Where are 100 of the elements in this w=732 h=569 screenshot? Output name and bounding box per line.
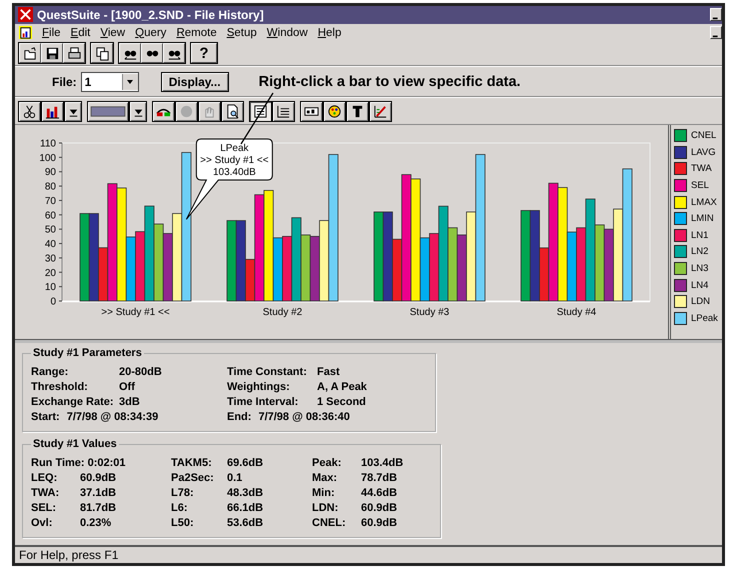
field-label: TAKM5: bbox=[171, 456, 213, 469]
menu-item[interactable]: File bbox=[37, 26, 66, 39]
bar[interactable] bbox=[466, 212, 476, 302]
bar[interactable] bbox=[594, 224, 605, 302]
y-tick-label: 0 bbox=[50, 296, 56, 308]
field-label: Time Constant: bbox=[227, 366, 308, 378]
toolbar-button[interactable] bbox=[129, 100, 147, 122]
field-value: 69.6dB bbox=[227, 456, 264, 469]
save-icon bbox=[44, 46, 60, 61]
bar[interactable] bbox=[420, 238, 430, 302]
y-tick-label: 20 bbox=[44, 268, 56, 279]
toolbar-button[interactable] bbox=[41, 100, 64, 122]
color-swatch-icon bbox=[90, 104, 126, 119]
bar[interactable] bbox=[254, 194, 264, 302]
toolbar-button[interactable] bbox=[152, 100, 175, 122]
toolbar-button[interactable] bbox=[369, 100, 392, 122]
menu-item[interactable]: Help bbox=[312, 26, 346, 39]
window-title: QuestSuite - [1900_2.SND - File History] bbox=[37, 8, 265, 22]
menu-item[interactable]: Window bbox=[262, 26, 313, 39]
legend-label: CNEL bbox=[691, 130, 716, 142]
field-label: Threshold: bbox=[31, 380, 89, 393]
field-label: L6: bbox=[171, 502, 188, 514]
display-button[interactable]: Display... bbox=[160, 72, 229, 92]
chart-ruler-icon bbox=[373, 104, 388, 119]
field-label: SEL: bbox=[31, 502, 58, 514]
field-label: Pa2Sec: bbox=[171, 472, 215, 484]
field-value: 60.9dB bbox=[361, 502, 398, 514]
field-label: L78: bbox=[171, 486, 195, 499]
field-value: Fast bbox=[317, 366, 340, 378]
group-title: Study #1 Parameters bbox=[32, 347, 143, 360]
toolbar-button[interactable] bbox=[198, 100, 221, 122]
toolbar-button[interactable] bbox=[249, 100, 272, 122]
bar[interactable] bbox=[548, 183, 558, 302]
bar[interactable] bbox=[328, 154, 338, 302]
help-button[interactable]: ? bbox=[191, 43, 217, 64]
y-tick-label: 40 bbox=[44, 239, 56, 250]
menu-item[interactable]: Edit bbox=[66, 26, 96, 39]
bar[interactable] bbox=[475, 154, 486, 302]
bar[interactable] bbox=[319, 220, 330, 302]
menu-item[interactable]: Query bbox=[130, 26, 172, 39]
bar[interactable] bbox=[181, 152, 192, 302]
field-label: Peak: bbox=[312, 456, 342, 469]
bar[interactable] bbox=[272, 238, 283, 302]
bar[interactable] bbox=[613, 208, 624, 302]
legend-label: SEL bbox=[691, 180, 709, 191]
field-value: 78.7dB bbox=[361, 472, 398, 484]
bar[interactable] bbox=[172, 213, 182, 302]
minimize-button[interactable] bbox=[710, 8, 722, 22]
legend-label: LMAX bbox=[691, 196, 717, 208]
toolbar-button[interactable] bbox=[323, 100, 346, 122]
scissors-icon bbox=[22, 104, 37, 119]
field-label: Range: bbox=[31, 366, 70, 378]
bar[interactable] bbox=[410, 178, 421, 302]
toolbar-button[interactable] bbox=[87, 100, 129, 122]
bar[interactable] bbox=[107, 183, 118, 302]
legend-label: LMIN bbox=[691, 213, 714, 224]
toolbar-button[interactable] bbox=[300, 100, 323, 122]
legend-label: LN1 bbox=[691, 230, 708, 241]
menu-item[interactable]: Remote bbox=[171, 26, 222, 39]
bar[interactable] bbox=[264, 190, 274, 302]
toolbar-button[interactable] bbox=[64, 100, 82, 122]
toolbar-button[interactable] bbox=[18, 100, 41, 122]
field-value: 0:02:01 bbox=[88, 456, 126, 469]
page-magnifier-icon bbox=[225, 104, 240, 119]
field-label: Min: bbox=[312, 486, 336, 499]
bar[interactable] bbox=[622, 168, 632, 302]
annotation-text: Right-click a bar to view specific data. bbox=[258, 74, 521, 90]
legend-label: LPeak bbox=[691, 312, 718, 324]
y-tick-label: 30 bbox=[44, 254, 56, 265]
tooltip-category: >> Study #1 << bbox=[200, 155, 269, 166]
file-dropdown[interactable]: 1 bbox=[80, 72, 139, 92]
field-label: Exchange Rate: bbox=[31, 396, 115, 408]
field-value: 103.4dB bbox=[361, 456, 404, 469]
leader-line bbox=[240, 92, 274, 144]
toolbar-button[interactable] bbox=[175, 100, 198, 122]
axis-lines-icon bbox=[276, 104, 291, 119]
bar[interactable] bbox=[566, 232, 577, 302]
toolbar-button[interactable] bbox=[272, 100, 295, 122]
bar[interactable] bbox=[154, 224, 164, 302]
field-label: LEQ: bbox=[31, 472, 58, 484]
bar[interactable] bbox=[558, 187, 568, 302]
field-value: 7/7/98 @ 08:34:39 bbox=[66, 410, 158, 423]
bar[interactable] bbox=[448, 228, 458, 302]
bar[interactable] bbox=[300, 234, 311, 302]
field-label: Start: bbox=[31, 410, 60, 423]
menu-item[interactable]: Setup bbox=[222, 26, 262, 39]
field-value: 0.23% bbox=[80, 516, 112, 529]
bar[interactable] bbox=[401, 174, 412, 302]
tooltip-series: LPeak bbox=[220, 143, 249, 154]
minimize-button[interactable] bbox=[710, 26, 722, 40]
field-value: 60.9dB bbox=[80, 472, 116, 484]
toolbar-button[interactable] bbox=[221, 100, 244, 122]
legend-label: LAVG bbox=[691, 146, 716, 158]
field-label: Run Time: bbox=[31, 456, 85, 469]
toolbar-button[interactable] bbox=[346, 100, 369, 122]
menu-item[interactable]: View bbox=[95, 26, 130, 39]
category-label: Study #2 bbox=[262, 307, 302, 318]
file-label: File: bbox=[52, 74, 77, 89]
bar[interactable] bbox=[126, 236, 136, 302]
bar[interactable] bbox=[116, 188, 127, 302]
